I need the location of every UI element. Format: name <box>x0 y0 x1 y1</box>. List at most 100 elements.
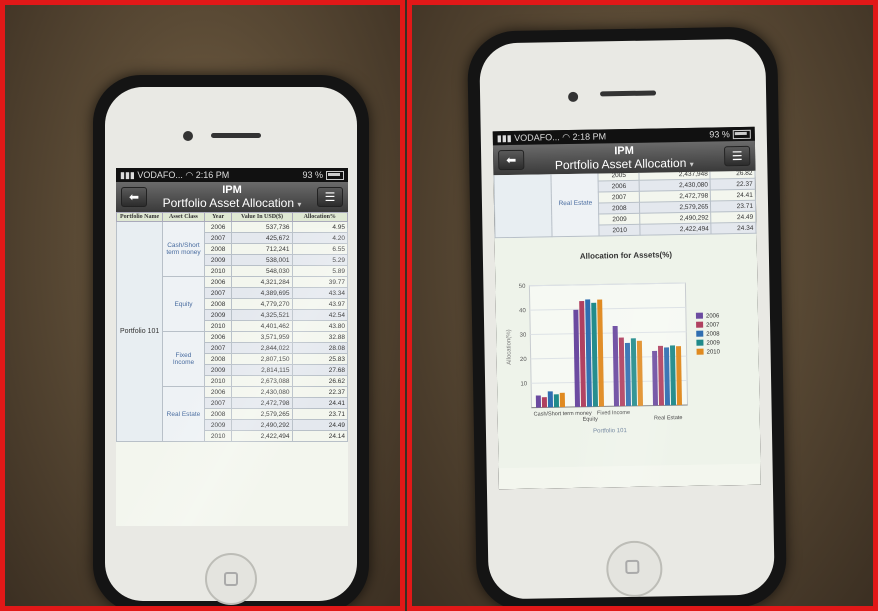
year-cell: 2006 <box>203 276 233 288</box>
year-cell: 2009 <box>599 213 641 225</box>
col-value[interactable]: Value In USD($) <box>231 212 293 222</box>
year-cell: 2006 <box>203 386 233 398</box>
allocation-cell: 23.71 <box>710 200 756 213</box>
allocation-cell: 43.97 <box>291 298 348 310</box>
clock-label: 2:16 PM <box>195 169 230 180</box>
view-selector-label: Portfolio Asset Allocation <box>554 155 687 173</box>
col-year[interactable]: Year <box>203 212 233 222</box>
battery-icon <box>326 171 344 181</box>
y-tick-label: 30 <box>520 333 527 339</box>
x-tick-label: Equity <box>583 417 599 423</box>
col-asset-class[interactable]: Asset Class <box>162 212 205 222</box>
year-cell: 2006 <box>203 331 233 343</box>
allocation-cell: 22.37 <box>710 178 756 191</box>
portfolio-name-cell: Portfolio 101 <box>116 221 164 442</box>
value-cell: 537,736 <box>231 221 293 233</box>
home-button[interactable] <box>205 553 257 605</box>
legend-label: 2007 <box>706 322 720 328</box>
allocation-table-partial: Real Estate 2005 2,437,948 26.82 2006 2,430,0… <box>493 170 757 239</box>
table-view: Portfolio Name Asset Class Year Value In… <box>116 212 348 526</box>
asset-class-cell[interactable]: Real Estate <box>551 170 600 237</box>
y-tick-label: 20 <box>520 357 527 363</box>
col-allocation[interactable]: Allocation% <box>291 212 348 222</box>
bar-2007-3 <box>657 345 665 406</box>
home-button[interactable] <box>605 540 663 598</box>
phone-body-right: ▮▮▮ VODAFO... ◠ 2:18 PM 93 % ⬅ IPM Portf… <box>466 26 788 606</box>
value-cell: 2,579,265 <box>231 408 293 420</box>
allocation-table: Portfolio Name Asset Class Year Value In… <box>116 212 348 442</box>
value-cell: 4,401,462 <box>231 320 293 332</box>
earpiece-speaker <box>211 133 261 138</box>
asset-class-cell[interactable]: Real Estate <box>162 386 205 442</box>
menu-button[interactable]: ☰ <box>317 187 343 207</box>
allocation-cell: 22.37 <box>291 386 348 398</box>
legend-label: 2010 <box>707 349 721 355</box>
allocation-cell: 24.34 <box>711 222 757 235</box>
back-button[interactable]: ⬅ <box>121 187 147 207</box>
menu-icon: ☰ <box>324 190 336 204</box>
year-cell: 2006 <box>598 180 640 192</box>
year-cell: 2007 <box>203 342 233 354</box>
allocation-cell: 28.08 <box>291 342 348 354</box>
year-cell: 2010 <box>203 375 233 387</box>
allocation-cell: 24.49 <box>710 211 756 224</box>
x-tick-label: Real Estate <box>654 415 683 421</box>
asset-class-cell[interactable]: Cash/Short term money <box>162 221 205 277</box>
x-tick-label: Fixed Income <box>597 410 630 417</box>
year-cell: 2010 <box>203 320 233 332</box>
value-cell: 2,422,494 <box>231 430 293 442</box>
bar-2009-0 <box>553 394 560 408</box>
asset-class-cell[interactable]: Equity <box>162 276 205 332</box>
value-cell: 548,030 <box>231 265 293 277</box>
col-portfolio-name[interactable]: Portfolio Name <box>116 212 164 222</box>
bar-2010-0 <box>559 392 566 408</box>
value-cell: 2,430,080 <box>231 386 293 398</box>
plot-area <box>528 282 689 409</box>
value-cell: 4,325,521 <box>231 309 293 321</box>
allocation-cell: 23.71 <box>291 408 348 420</box>
value-cell: 4,389,695 <box>231 287 293 299</box>
year-cell: 2010 <box>203 430 233 442</box>
value-cell: 2,422,494 <box>640 223 712 236</box>
allocation-cell: 42.54 <box>291 309 348 321</box>
year-cell: 2006 <box>203 221 233 233</box>
signal-icon: ▮▮▮ <box>120 169 135 180</box>
bar-2008-3 <box>664 347 671 406</box>
value-cell: 2,844,022 <box>231 342 293 354</box>
value-cell: 2,472,798 <box>231 397 293 409</box>
allocation-cell: 24.41 <box>291 397 348 409</box>
year-cell: 2008 <box>203 408 233 420</box>
menu-button[interactable]: ☰ <box>724 145 751 167</box>
value-cell: 4,779,270 <box>231 298 293 310</box>
allocation-cell: 24.49 <box>291 419 348 431</box>
allocation-chart: Allocation for Assets(%) 10 20 30 40 50 Alloca… <box>494 233 761 469</box>
wifi-icon: ◠ <box>562 131 571 142</box>
year-cell: 2009 <box>203 309 233 321</box>
legend-label: 2006 <box>706 313 720 319</box>
year-cell: 2008 <box>203 243 233 255</box>
legend-swatch <box>696 321 704 328</box>
app-title: IPM <box>222 184 242 196</box>
table-row[interactable]: Portfolio 101 Cash/Short term money 2006 53… <box>116 221 348 442</box>
year-cell: 2009 <box>203 364 233 376</box>
year-cell: 2008 <box>203 353 233 365</box>
year-cell: 2010 <box>599 224 641 236</box>
value-cell: 2,673,088 <box>231 375 293 387</box>
view-selector[interactable]: Portfolio Asset Allocation ▾ <box>116 196 348 212</box>
allocation-cell: 4.95 <box>291 221 348 233</box>
screen-right: ▮▮▮ VODAFO... ◠ 2:18 PM 93 % ⬅ IPM Portf… <box>492 126 761 490</box>
year-cell: 2009 <box>203 254 233 266</box>
back-button[interactable]: ⬅ <box>498 149 525 171</box>
bar-2010-3 <box>675 346 683 406</box>
battery-label: 93 % <box>302 169 323 180</box>
year-cell: 2007 <box>203 287 233 299</box>
clock-label: 2:18 PM <box>572 130 607 142</box>
earpiece-speaker <box>600 90 657 97</box>
allocation-cell: 43.34 <box>291 287 348 299</box>
asset-class-cell[interactable]: Fixed Income <box>162 331 205 387</box>
front-camera <box>183 131 193 141</box>
bar-2007-0 <box>541 397 548 408</box>
value-cell: 2,814,115 <box>231 364 293 376</box>
screen-left: ▮▮▮ VODAFO... ◠ 2:16 PM 93 % ⬅ IPM Portf… <box>116 168 348 526</box>
year-cell: 2008 <box>598 202 640 214</box>
